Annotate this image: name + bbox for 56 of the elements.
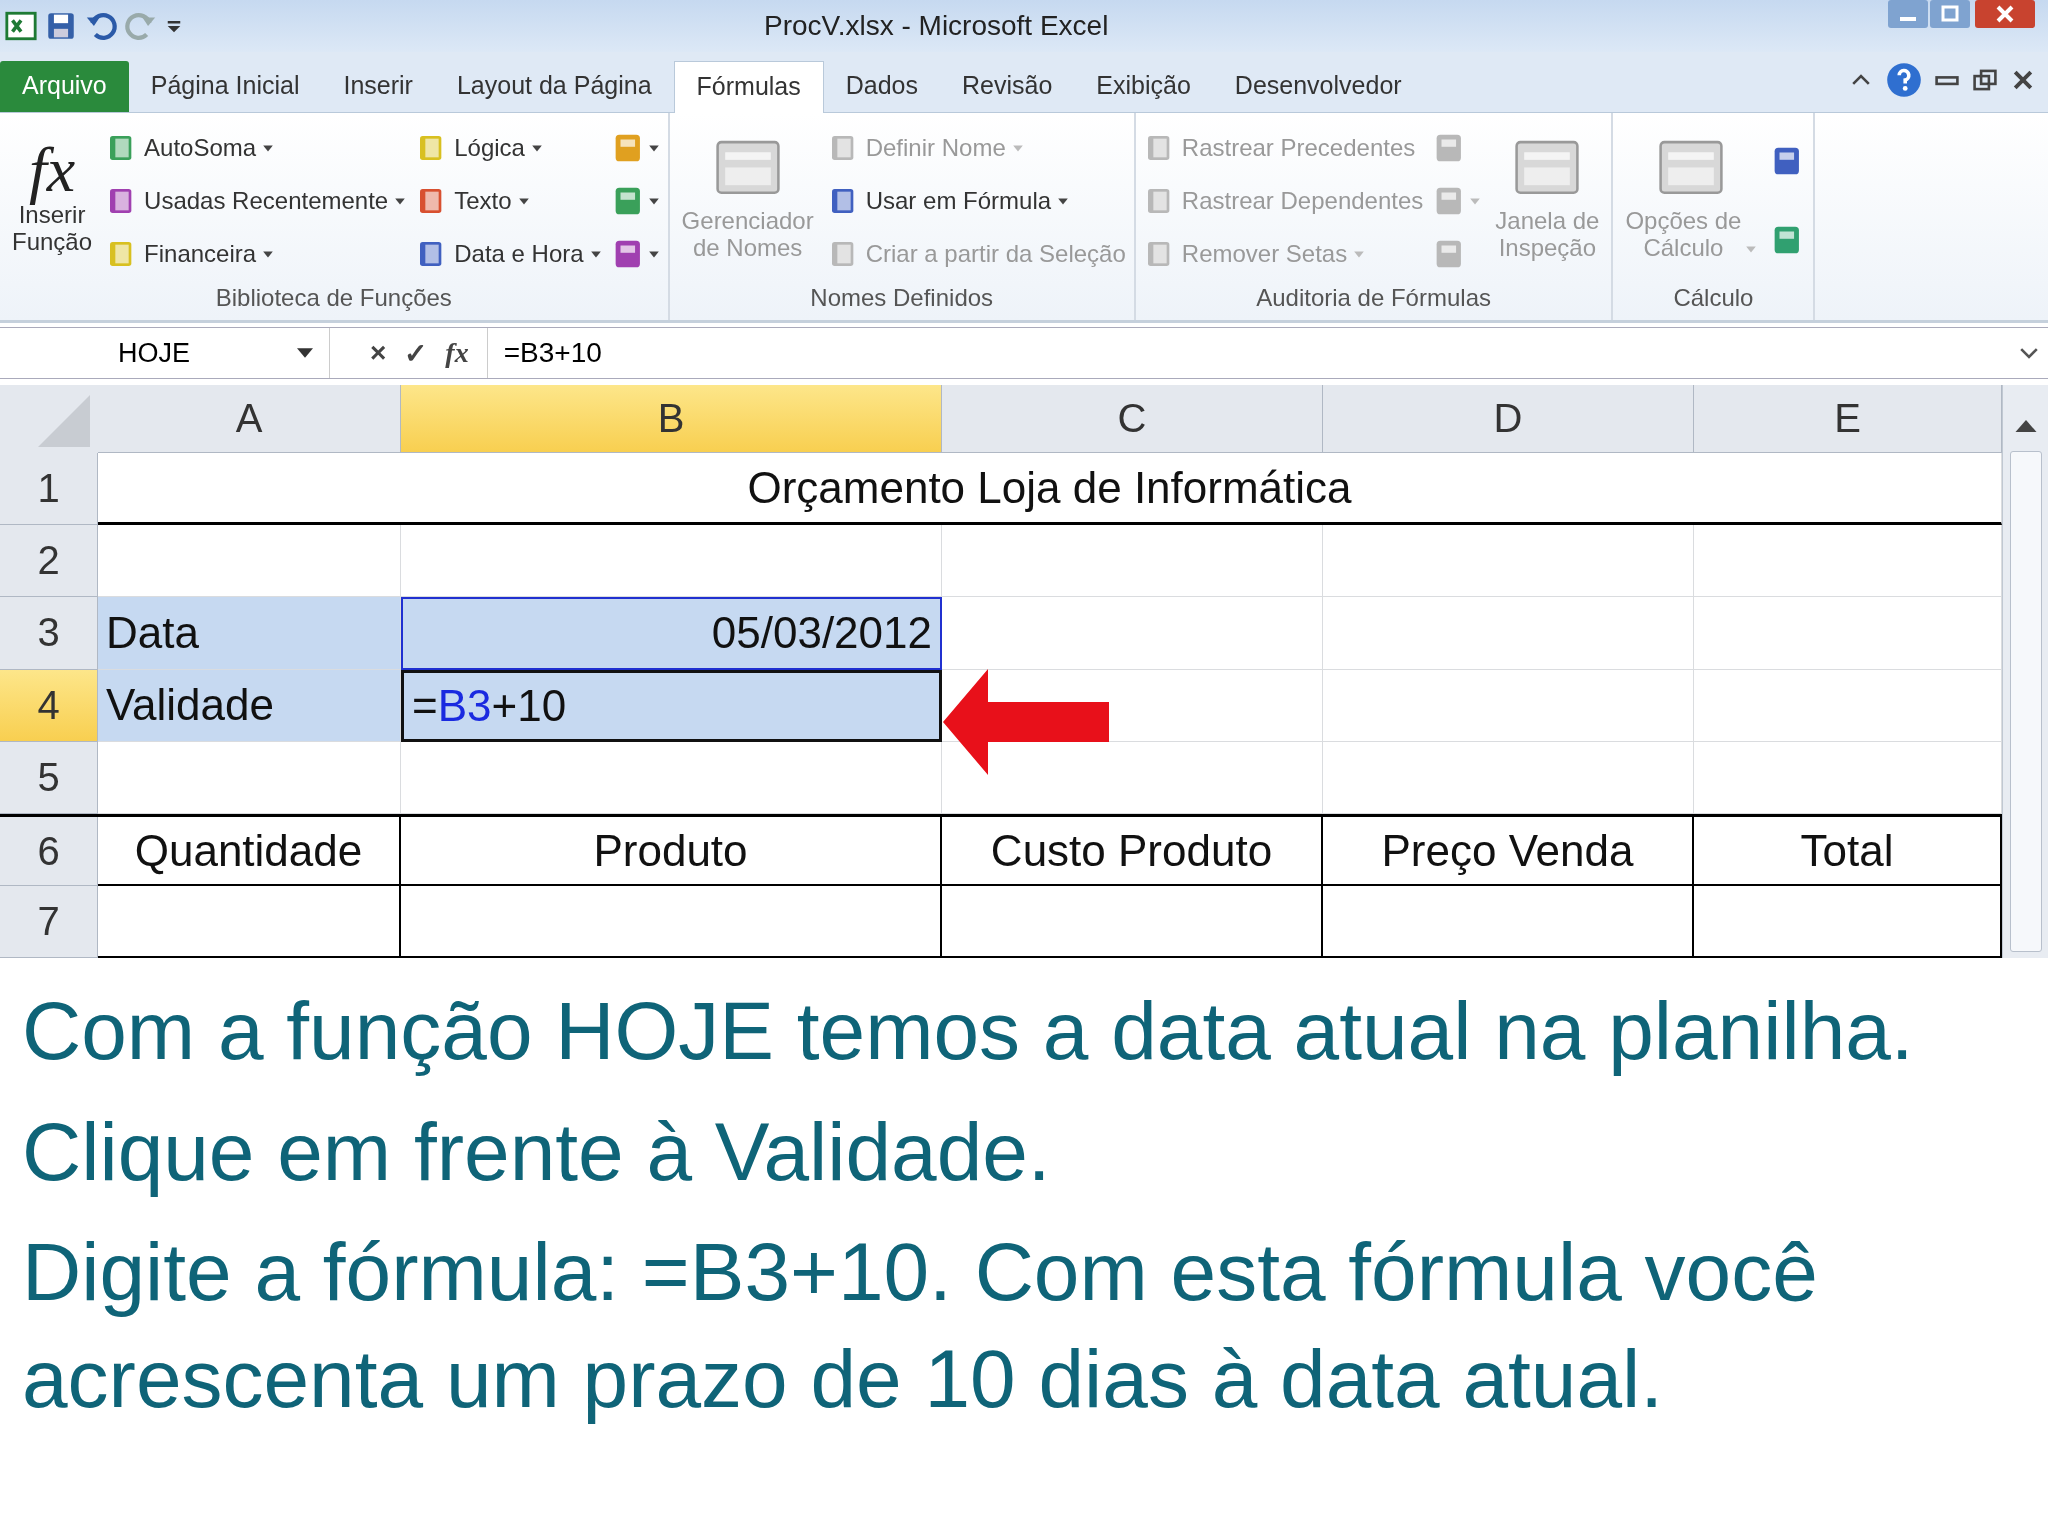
- title-cell: Orçamento Loja de Informática: [98, 453, 2002, 526]
- formula-bar-button[interactable]: ✓: [404, 336, 428, 370]
- group-label: Nomes Definidos: [809, 283, 995, 313]
- caption-text: Com a função HOJE temos a data atual na planilha.: [22, 984, 1915, 1078]
- ribbon-tab[interactable]: Fórmulas: [673, 61, 824, 113]
- column-header[interactable]: C: [942, 385, 1323, 453]
- close-icon[interactable]: [1972, 0, 2038, 28]
- ribbon-tab[interactable]: Arquivo: [0, 61, 129, 112]
- table-cell: 05/03/2012: [401, 597, 942, 670]
- formula-bar-button[interactable]: ×: [370, 337, 387, 369]
- formula-cell[interactable]: =B3+10: [401, 669, 942, 742]
- ribbon-button[interactable]: fx Inserir Função: [8, 138, 97, 263]
- row-header[interactable]: 6: [0, 816, 98, 887]
- table-cell: Produto: [401, 816, 942, 887]
- ribbon-button[interactable]: Usar em Fórmula: [827, 184, 1126, 217]
- ribbon-tab[interactable]: Layout da Página: [434, 61, 674, 112]
- ribbon-button[interactable]: Usadas Recentemente: [106, 184, 407, 217]
- vertical-scrollbar[interactable]: [2002, 385, 2048, 958]
- ribbon-button[interactable]: Lógica: [416, 131, 602, 164]
- ribbon-button[interactable]: Financeira: [106, 237, 407, 270]
- row-header[interactable]: 5: [0, 741, 98, 814]
- ribbon-tab[interactable]: Exibição: [1074, 61, 1213, 112]
- ribbon-tab[interactable]: Desenvolvedor: [1212, 61, 1424, 112]
- table-cell: Preço Venda: [1323, 816, 1694, 887]
- help-icon[interactable]: [1886, 62, 1922, 98]
- formula-bar-button[interactable]: fx: [445, 337, 469, 369]
- ribbon-button[interactable]: Texto: [416, 184, 602, 217]
- row-header[interactable]: 1: [0, 453, 98, 526]
- column-header[interactable]: B: [401, 385, 942, 453]
- group-label: Cálculo: [1672, 283, 1755, 313]
- name-box[interactable]: HOJE: [0, 328, 330, 378]
- spreadsheet-icon[interactable]: [4, 9, 38, 43]
- caption-text: Digite a fórmula: =B3+10. Com esta fórmula você acrescenta um prazo de 10 dias à data atual.: [22, 1225, 1819, 1426]
- table-cell: Custo Produto: [942, 816, 1323, 887]
- ribbon-button[interactable]: AutoSoma: [106, 131, 407, 164]
- row-header[interactable]: 4: [0, 669, 98, 742]
- group-label: Biblioteca de Funções: [214, 283, 453, 313]
- ribbon-tab[interactable]: Inserir: [321, 61, 435, 112]
- ribbon-tab[interactable]: Dados: [823, 61, 940, 112]
- window-title: ProcV.xlsx - Microsoft Excel: [764, 10, 1110, 42]
- row-header[interactable]: 7: [0, 886, 98, 958]
- maximize-icon[interactable]: [1930, 0, 1970, 28]
- caption-text: Clique em frente à Validade.: [22, 1104, 1052, 1199]
- ribbon-button[interactable]: Data e Hora: [416, 237, 602, 270]
- scroll-thumb[interactable]: [2009, 451, 2042, 952]
- ribbon-tab[interactable]: Página Inicial: [128, 61, 322, 112]
- table-cell: Validade: [98, 669, 401, 742]
- column-header[interactable]: D: [1323, 385, 1694, 453]
- table-cell: Quantidade: [98, 816, 401, 887]
- formula-field[interactable]: =B3+10: [487, 337, 2016, 369]
- row-header[interactable]: 3: [0, 597, 98, 670]
- row-header[interactable]: 2: [0, 525, 98, 598]
- table-cell: Data: [98, 597, 401, 670]
- group-label: Auditoria de Fórmulas: [1255, 283, 1492, 313]
- restore-icon[interactable]: [1972, 67, 1998, 93]
- ribbon-tab[interactable]: Revisão: [940, 61, 1075, 112]
